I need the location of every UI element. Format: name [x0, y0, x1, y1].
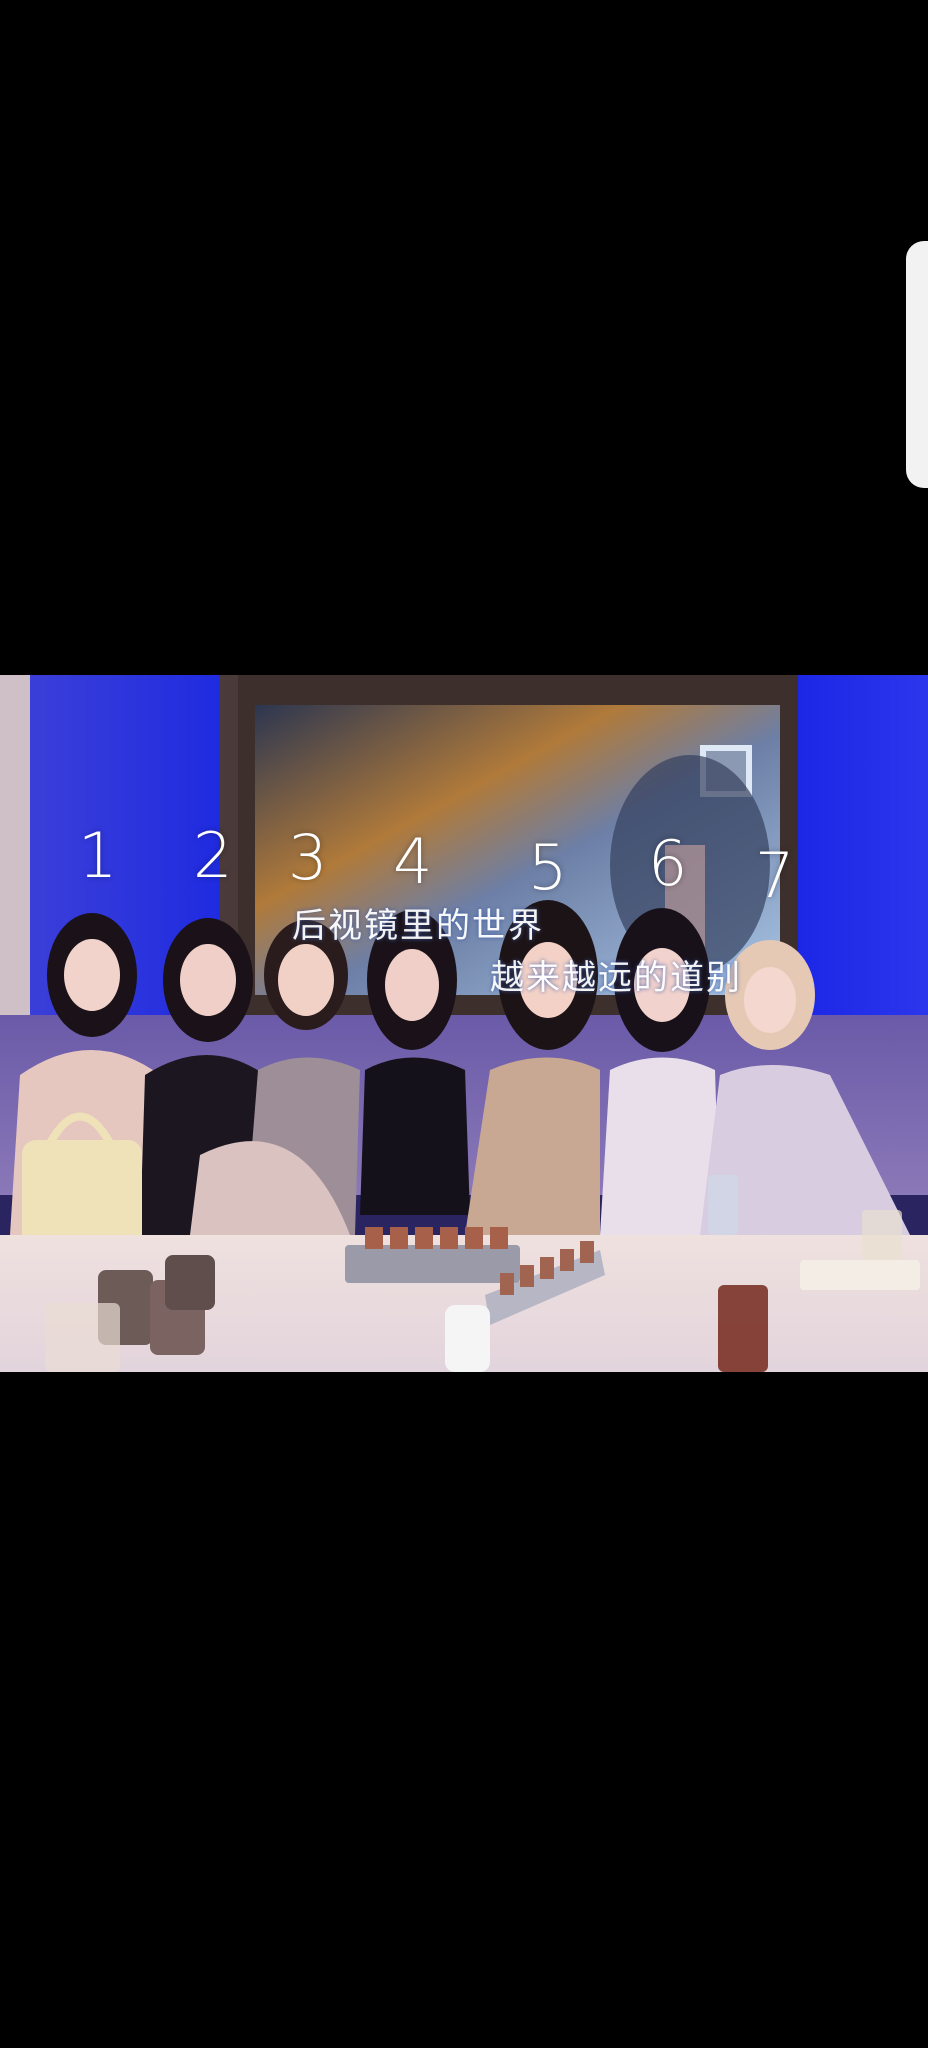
tv-lyric-line-2: 越来越远的道别 [490, 958, 742, 998]
label-number-6: 6 [648, 827, 688, 900]
photo: 后视镜里的世界 越来越远的道别 1 2 3 4 5 6 7 [0, 675, 928, 1372]
photo-scene [0, 675, 928, 1372]
side-panel-handle[interactable] [906, 241, 928, 488]
label-number-7: 7 [755, 839, 795, 912]
tv-lyric-line-1: 后视镜里的世界 [292, 906, 544, 946]
label-number-1: 1 [78, 819, 118, 892]
label-number-3: 3 [288, 821, 328, 894]
label-number-4: 4 [393, 825, 433, 898]
label-number-5: 5 [528, 831, 568, 904]
label-number-2: 2 [193, 819, 233, 892]
